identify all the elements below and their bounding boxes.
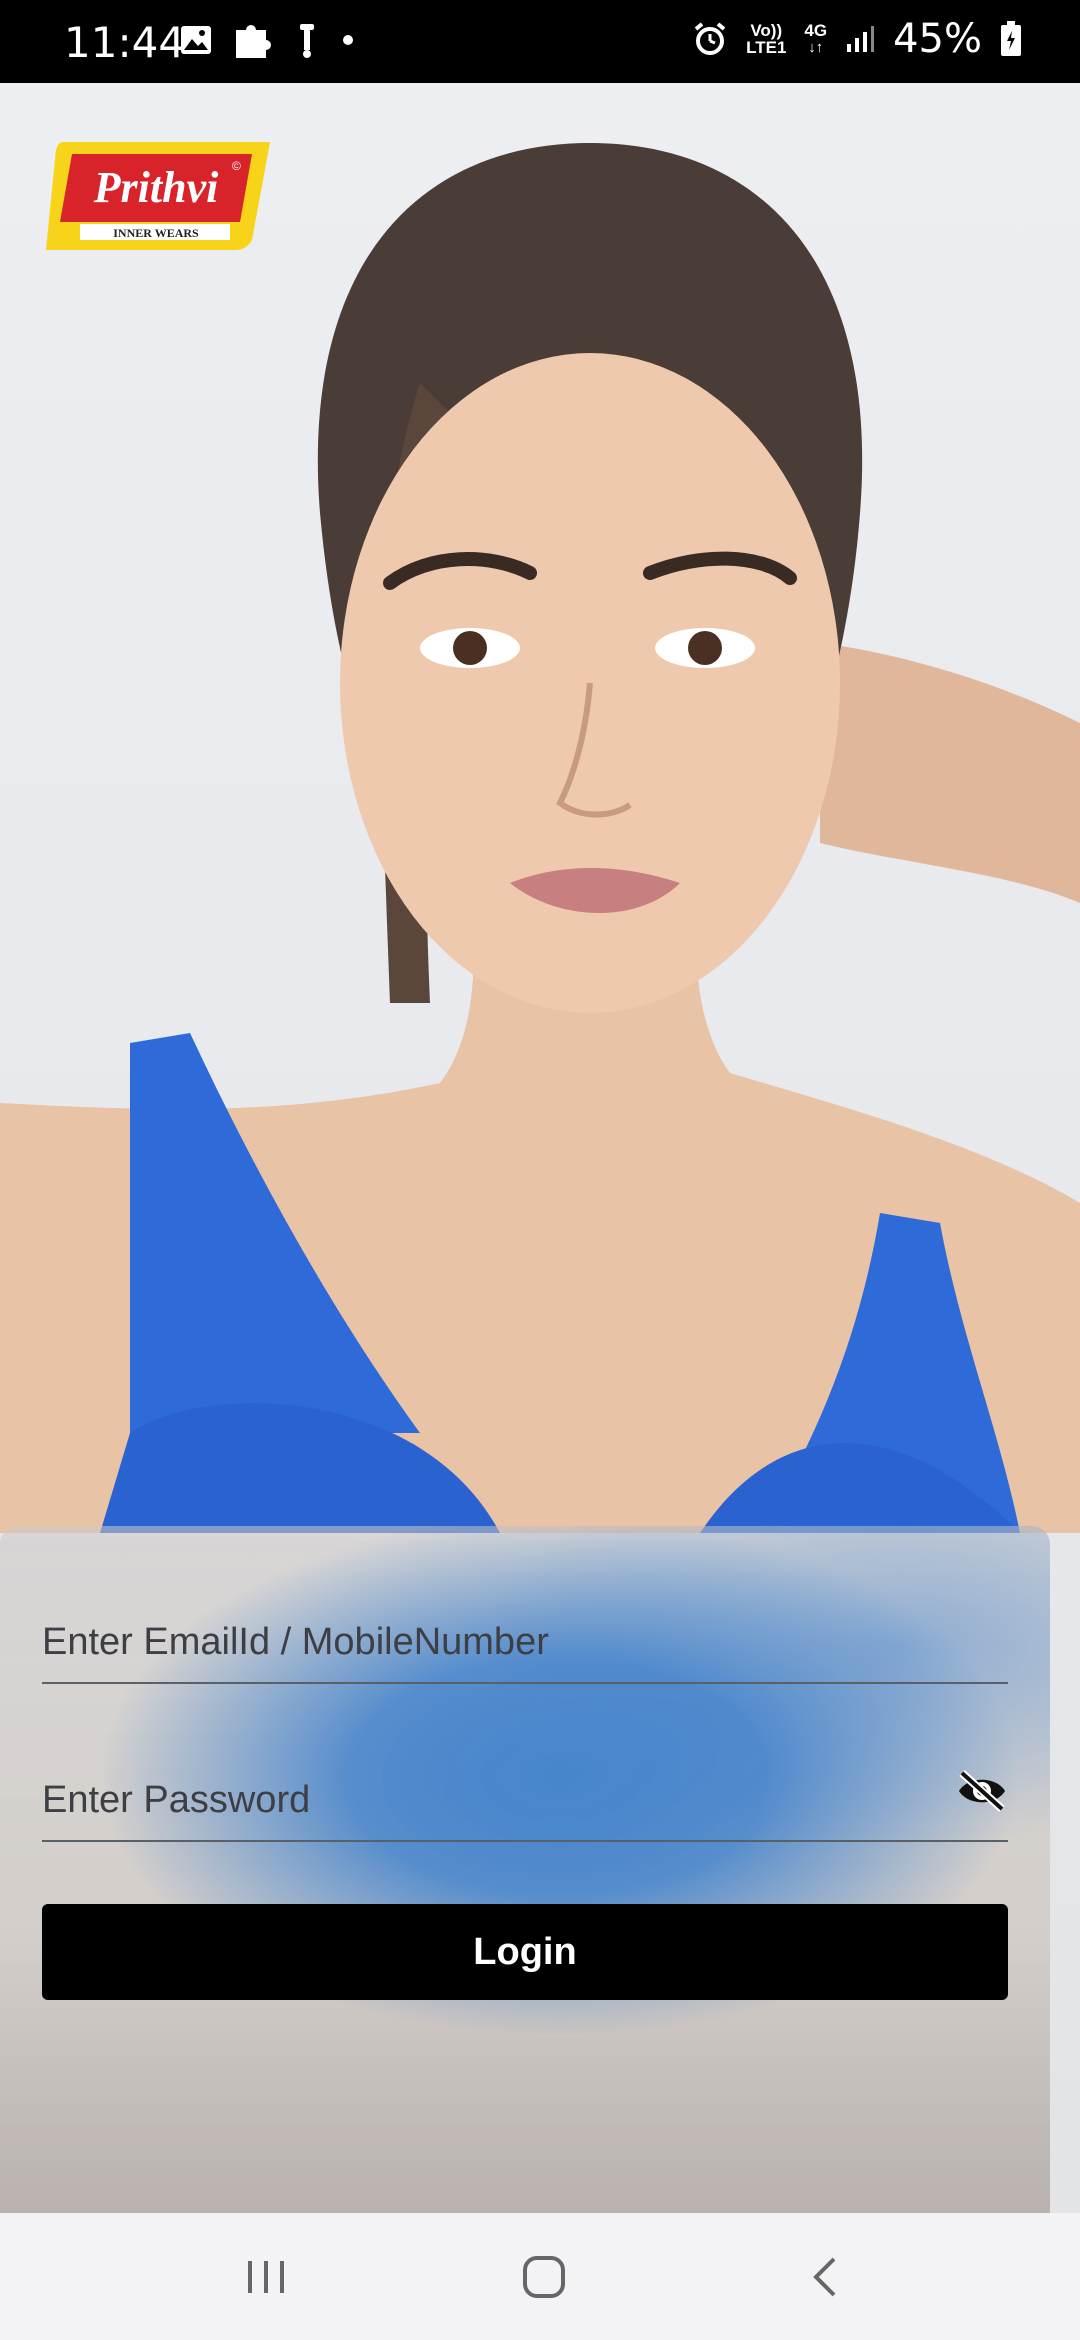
- password-field-container: [42, 1740, 1008, 1842]
- scooter-icon: [300, 24, 314, 58]
- system-icons: Vo)) LTE1 4G ↓↑ 45%: [692, 16, 1022, 62]
- email-input[interactable]: [42, 1621, 942, 1664]
- status-time: 11:44: [64, 18, 186, 67]
- 4g-icon: 4G ↓↑: [804, 21, 828, 56]
- battery-icon: [1001, 21, 1021, 56]
- signal-icon: [847, 26, 875, 52]
- brand-copyright: ©: [232, 159, 241, 173]
- puzzle-icon: [236, 25, 271, 58]
- navigation-bar: [0, 2213, 1080, 2340]
- volte-icon: Vo)) LTE1: [746, 22, 786, 56]
- brand-name: Prithvi: [93, 163, 219, 212]
- brand-logo: Prithvi © INNER WEARS: [46, 142, 270, 250]
- battery-percent: 45%: [893, 16, 982, 62]
- login-button[interactable]: Login: [42, 1904, 1008, 2000]
- alarm-icon: [694, 22, 726, 55]
- password-input[interactable]: [42, 1779, 942, 1822]
- dot-icon: [343, 35, 353, 45]
- home-icon[interactable]: [514, 2247, 574, 2307]
- notification-icons: [180, 20, 354, 60]
- status-bar: 11:44 Vo)) LTE1 4G ↓↑ 45%: [0, 0, 1080, 83]
- recent-apps-icon[interactable]: [236, 2247, 296, 2307]
- back-icon[interactable]: [796, 2247, 856, 2307]
- volte-line2: LTE1: [746, 38, 787, 57]
- email-field-container: [42, 1582, 1008, 1684]
- network-type: 4G: [804, 21, 828, 40]
- volte-line1: Vo)): [750, 21, 783, 40]
- image-icon: [181, 26, 211, 54]
- login-card: Login: [0, 1526, 1050, 2216]
- brand-tagline: INNER WEARS: [113, 226, 199, 240]
- eye-off-icon[interactable]: [956, 1770, 1008, 1812]
